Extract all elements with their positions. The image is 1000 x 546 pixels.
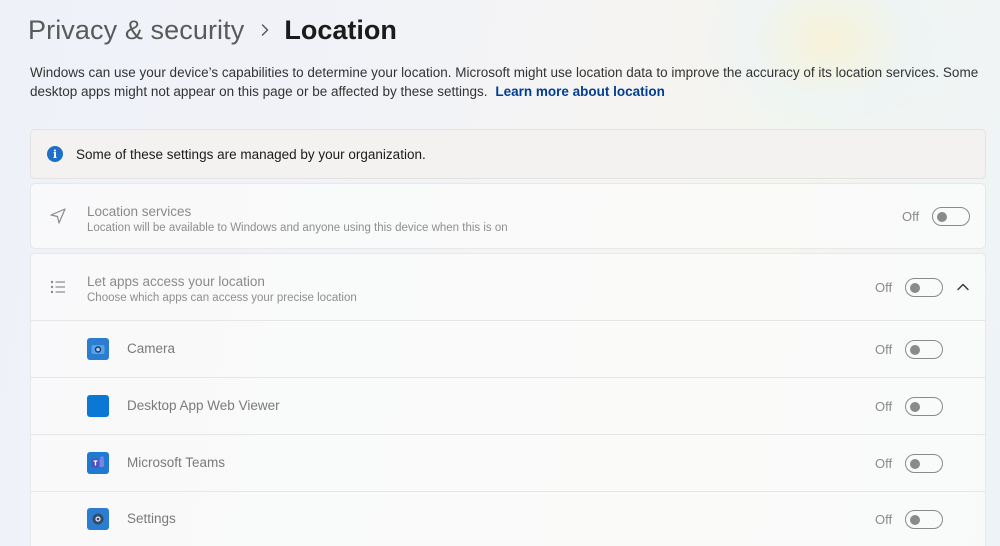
app-access-card: Let apps access your location Choose whi…	[30, 253, 986, 546]
app-toggle-settings[interactable]	[905, 510, 943, 529]
app-access-title: Let apps access your location	[87, 274, 265, 289]
app-access-row[interactable]: Let apps access your location Choose whi…	[31, 254, 985, 320]
camera-app-icon	[87, 338, 109, 360]
location-services-toggle[interactable]	[932, 207, 970, 226]
app-access-text: Let apps access your location Choose whi…	[87, 273, 357, 306]
location-arrow-icon	[47, 205, 69, 227]
learn-more-link[interactable]: Learn more about location	[495, 84, 665, 99]
app-toggle-camera[interactable]	[905, 340, 943, 359]
app-toggle-web-viewer[interactable]	[905, 397, 943, 416]
location-services-title: Location services	[87, 204, 192, 219]
web-viewer-app-icon	[87, 395, 109, 417]
location-services-subtitle: Location will be available to Windows an…	[87, 222, 508, 234]
app-name-camera: Camera	[127, 341, 176, 356]
app-state-camera: Off	[875, 342, 893, 357]
location-services-row: Location services Location will be avail…	[31, 184, 985, 248]
page-description: Windows can use your device’s capabiliti…	[30, 63, 980, 101]
app-access-state: Off	[875, 280, 893, 295]
app-row-teams: Microsoft Teams Off	[31, 435, 985, 491]
settings-app-icon	[87, 508, 109, 530]
app-row-web-viewer: Desktop App Web Viewer Off	[31, 378, 985, 434]
app-row-camera: Camera Off	[31, 321, 985, 377]
managed-info-bar: i Some of these settings are managed by …	[30, 129, 986, 179]
breadcrumb: Privacy & security Location	[28, 12, 397, 48]
app-row-settings: Settings Off	[31, 492, 985, 546]
breadcrumb-parent[interactable]: Privacy & security	[28, 15, 244, 46]
app-state-teams: Off	[875, 456, 893, 471]
chevron-right-icon	[260, 23, 270, 37]
app-access-toggle[interactable]	[905, 278, 943, 297]
info-text: Some of these settings are managed by yo…	[76, 146, 426, 162]
app-state-web-viewer: Off	[875, 399, 893, 414]
page-title: Location	[284, 14, 397, 45]
app-toggle-teams[interactable]	[905, 454, 943, 473]
location-services-text: Location services Location will be avail…	[87, 203, 508, 236]
location-services-card: Location services Location will be avail…	[30, 183, 986, 249]
app-name-web-viewer: Desktop App Web Viewer	[127, 398, 280, 413]
location-services-state: Off	[902, 209, 920, 224]
app-name-settings: Settings	[127, 511, 176, 526]
list-icon	[47, 276, 69, 298]
teams-app-icon	[87, 452, 109, 474]
app-access-subtitle: Choose which apps can access your precis…	[87, 292, 357, 304]
location-settings-page: Privacy & security Location Windows can …	[0, 0, 1000, 546]
app-state-settings: Off	[875, 512, 893, 527]
app-name-teams: Microsoft Teams	[127, 455, 226, 470]
info-icon: i	[47, 146, 63, 162]
chevron-up-icon[interactable]	[955, 279, 971, 295]
